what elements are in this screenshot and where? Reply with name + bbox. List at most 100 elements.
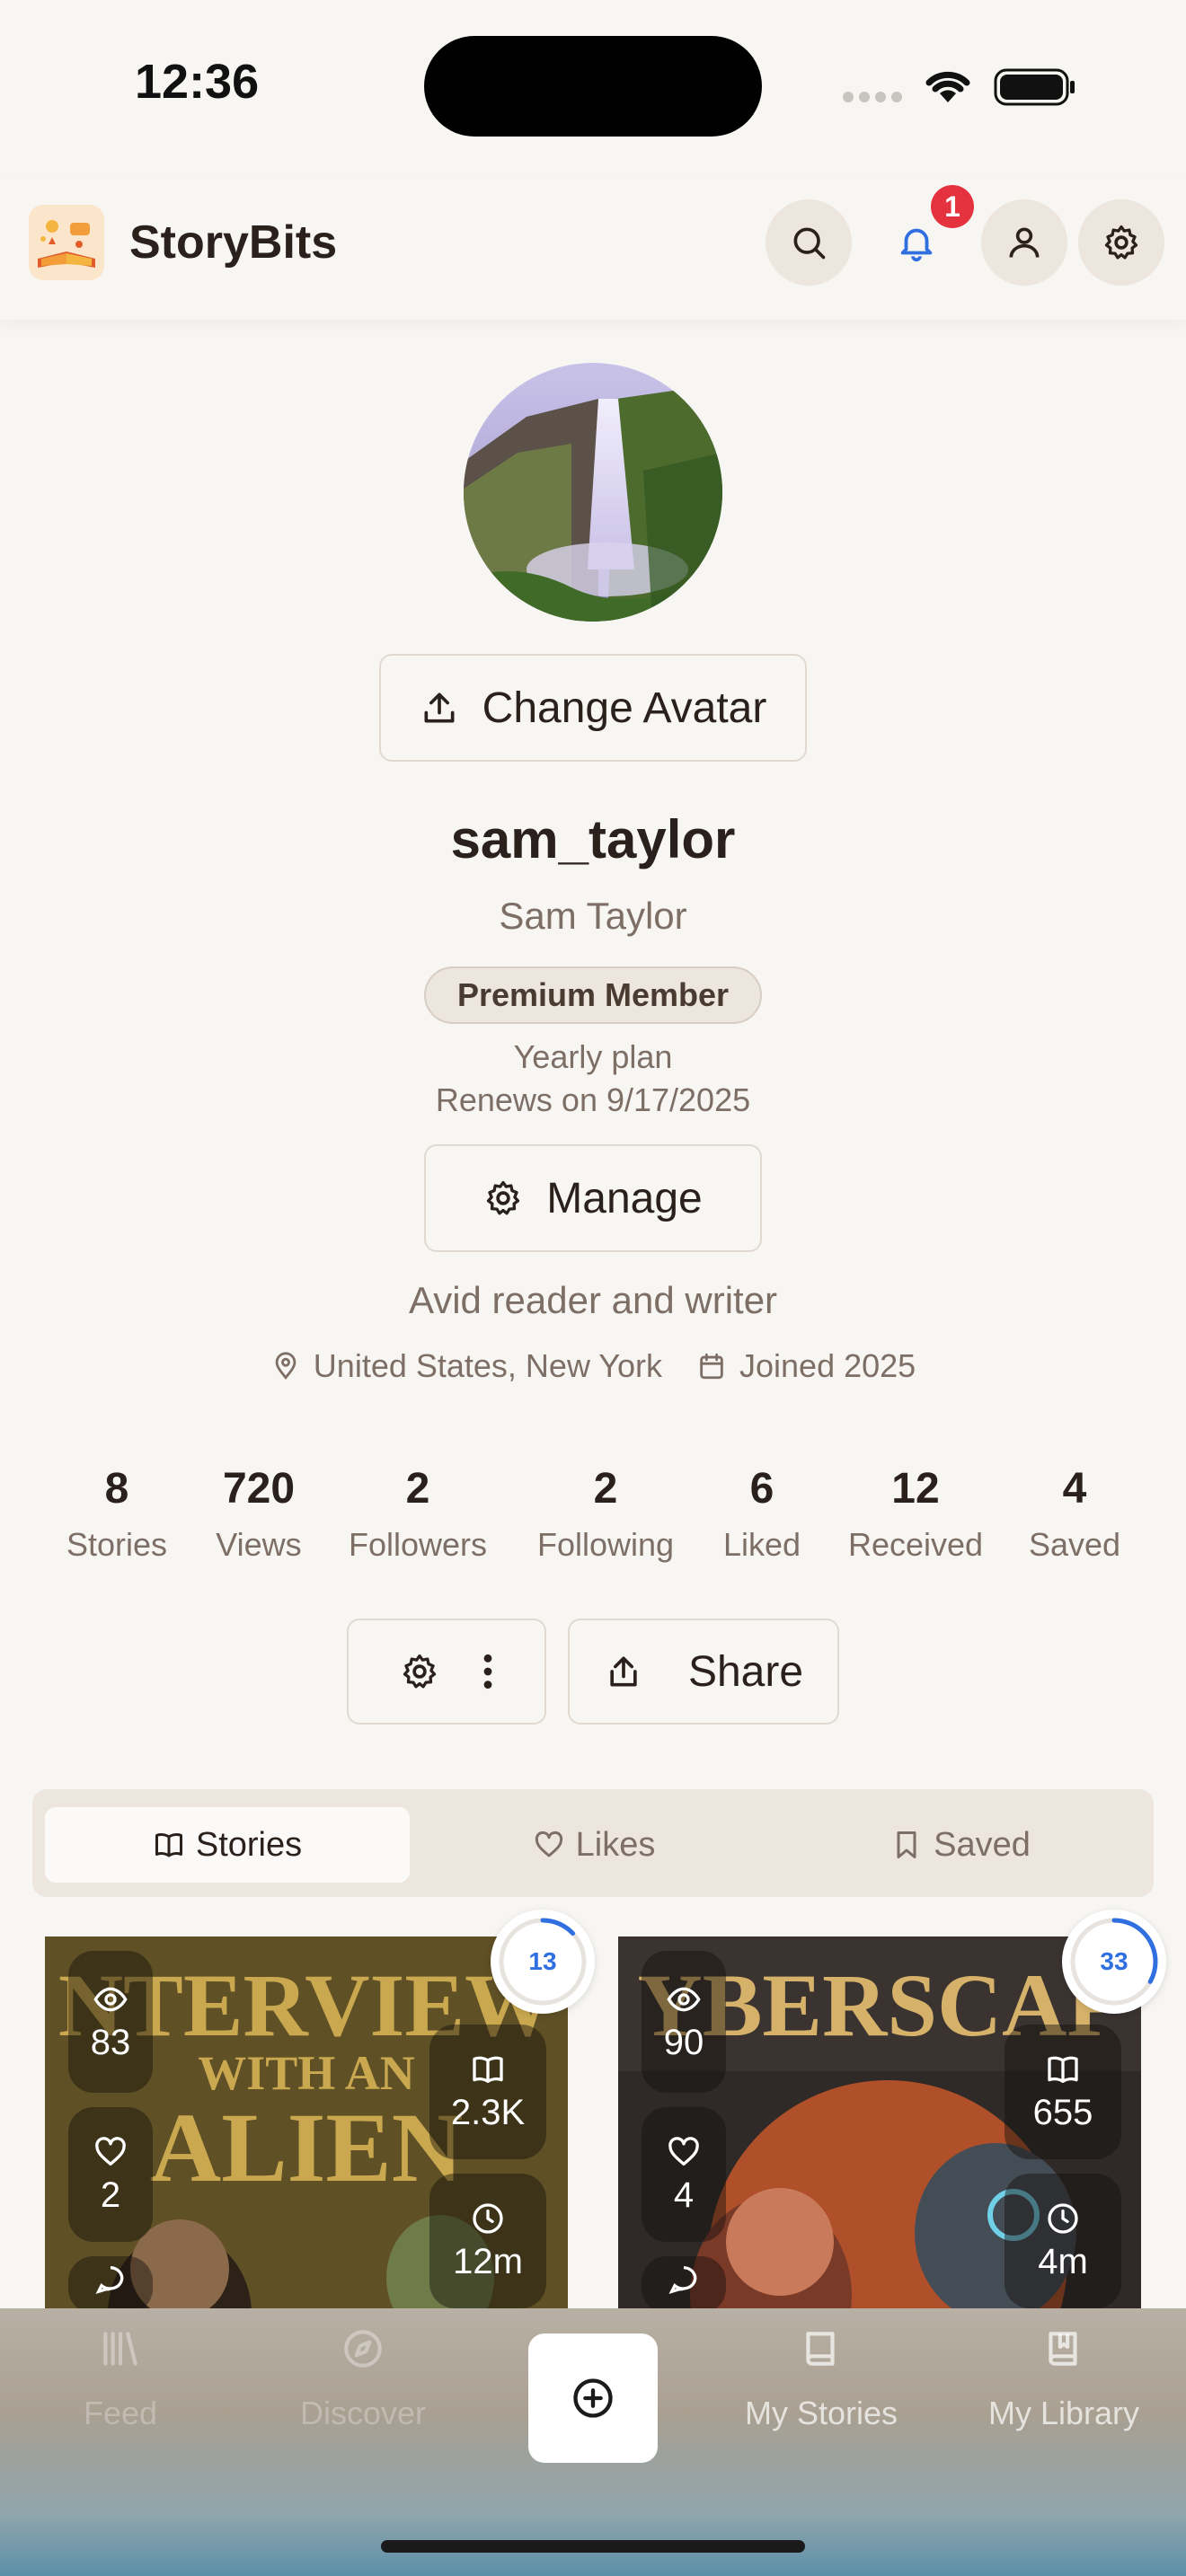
change-avatar-button[interactable]: Change Avatar xyxy=(379,654,807,762)
nav-feed[interactable]: Feed xyxy=(2,2326,239,2432)
heart-icon xyxy=(668,2136,699,2166)
story-likes-pill: 4 xyxy=(642,2107,726,2242)
search-button[interactable] xyxy=(766,199,852,286)
clock-icon xyxy=(473,2202,503,2234)
notification-badge: 1 xyxy=(931,185,974,228)
stat-liked[interactable]: 6 Liked xyxy=(699,1464,825,1564)
user-icon xyxy=(1009,227,1040,258)
book-icon xyxy=(806,2332,835,2366)
nav-label: Feed xyxy=(83,2395,158,2431)
share-icon xyxy=(610,1656,637,1687)
stat-label: Views xyxy=(216,1526,302,1563)
story-likes-pill: 2 xyxy=(68,2107,153,2242)
story-views-pill: 83 xyxy=(68,1951,153,2093)
story-duration-pill: 12m xyxy=(429,2174,546,2308)
bio: Avid reader and writer xyxy=(408,1279,778,1321)
stat-followers[interactable]: 2 Followers xyxy=(332,1464,503,1564)
stat-label: Liked xyxy=(722,1526,801,1563)
svg-text:WITH AN: WITH AN xyxy=(198,2046,415,2100)
stat-stories[interactable]: 8 Stories xyxy=(36,1464,198,1564)
stat-views[interactable]: 720 Views xyxy=(187,1464,331,1564)
story-duration: 4m xyxy=(1038,2241,1088,2281)
stat-value: 8 xyxy=(104,1465,129,1513)
story-likes: 4 xyxy=(673,2175,695,2215)
plan-text: Yearly plan xyxy=(513,1038,673,1075)
tab-stories[interactable]: Stories xyxy=(45,1807,410,1883)
stat-value: 2 xyxy=(405,1465,430,1513)
nav-discover[interactable]: Discover xyxy=(244,2326,482,2432)
search-icon xyxy=(793,227,826,260)
stat-value: 2 xyxy=(593,1465,618,1513)
membership-badge: Premium Member xyxy=(424,966,762,1024)
story-reads-pill: 655 xyxy=(1005,2025,1121,2159)
compass-icon xyxy=(344,2330,382,2368)
tab-label: Likes xyxy=(575,1825,656,1864)
upload-icon xyxy=(424,693,455,723)
story-duration-pill: 4m xyxy=(1005,2174,1121,2308)
story-views: 90 xyxy=(663,2022,704,2062)
story-progress-label: 33 xyxy=(1100,1947,1128,1975)
wifi-icon xyxy=(922,66,974,106)
gear-icon xyxy=(403,1654,437,1689)
share-label: Share xyxy=(687,1647,804,1696)
stat-received[interactable]: 12 Received xyxy=(830,1464,1001,1564)
change-avatar-label: Change Avatar xyxy=(482,684,767,732)
manage-subscription-button[interactable]: Manage xyxy=(424,1144,762,1252)
nav-my-library[interactable]: My Library xyxy=(945,2326,1182,2432)
calendar-icon xyxy=(700,1353,723,1380)
heart-icon xyxy=(95,2136,126,2166)
nav-label: Discover xyxy=(299,2395,427,2431)
full-name: Sam Taylor xyxy=(499,895,687,937)
bell-icon xyxy=(900,228,933,262)
story-reads: 2.3K xyxy=(450,2092,526,2132)
story-progress-ring: 33 xyxy=(1062,1910,1166,2014)
open-book-icon xyxy=(473,2056,503,2083)
stat-value: 720 xyxy=(222,1465,296,1513)
plus-circle-icon xyxy=(573,2378,613,2418)
username: sam_taylor xyxy=(450,809,736,869)
tab-likes[interactable]: Likes xyxy=(412,1807,776,1883)
story-reads: 655 xyxy=(1032,2092,1093,2132)
stat-label: Followers xyxy=(348,1526,488,1563)
tab-label: Saved xyxy=(934,1825,1031,1864)
clock-icon xyxy=(1048,2202,1078,2234)
stat-value: 6 xyxy=(749,1465,774,1513)
settings-button[interactable] xyxy=(1078,199,1164,286)
joined-text: Joined 2025 xyxy=(739,1347,916,1384)
story-comments-pill xyxy=(642,2256,726,2314)
gear-icon xyxy=(487,1180,520,1215)
home-indicator xyxy=(381,2540,805,2553)
nav-label: My Library xyxy=(987,2395,1140,2431)
share-button[interactable]: Share xyxy=(568,1619,839,1725)
story-progress-ring: 13 xyxy=(491,1910,595,2014)
status-time: 12:36 xyxy=(135,55,260,109)
cellular-signal-icon xyxy=(841,90,904,104)
stat-value: 4 xyxy=(1062,1465,1087,1513)
location-text: United States, New York xyxy=(313,1347,663,1384)
svg-text:ALIEN: ALIEN xyxy=(150,2093,463,2202)
dynamic-island xyxy=(424,36,762,137)
eye-icon xyxy=(93,1987,128,2011)
story-reads-pill: 2.3K xyxy=(429,2025,546,2159)
profile-button[interactable] xyxy=(981,199,1067,286)
tab-saved[interactable]: Saved xyxy=(778,1807,1143,1883)
story-views-pill: 90 xyxy=(642,1951,726,2093)
nav-label: My Stories xyxy=(744,2395,898,2431)
location-pin-icon xyxy=(275,1352,296,1380)
tab-label: Stories xyxy=(195,1825,303,1864)
stat-saved[interactable]: 4 Saved xyxy=(1006,1464,1143,1564)
story-views: 83 xyxy=(90,2022,131,2062)
app-logo-icon xyxy=(29,205,104,280)
stat-following[interactable]: 2 Following xyxy=(516,1464,695,1564)
open-book-icon xyxy=(1048,2056,1078,2083)
heart-icon xyxy=(535,1831,562,1857)
app-title: StoryBits xyxy=(129,216,338,269)
profile-options-button[interactable] xyxy=(347,1619,546,1725)
story-comments-pill xyxy=(68,2256,153,2314)
create-story-button[interactable] xyxy=(528,2333,658,2463)
manage-label: Manage xyxy=(546,1174,703,1222)
profile-meta: United States, New York Joined 2025 xyxy=(0,1347,1186,1385)
stat-label: Stories xyxy=(66,1526,168,1563)
nav-my-stories[interactable]: My Stories xyxy=(703,2326,940,2432)
open-book-icon xyxy=(155,1833,182,1857)
